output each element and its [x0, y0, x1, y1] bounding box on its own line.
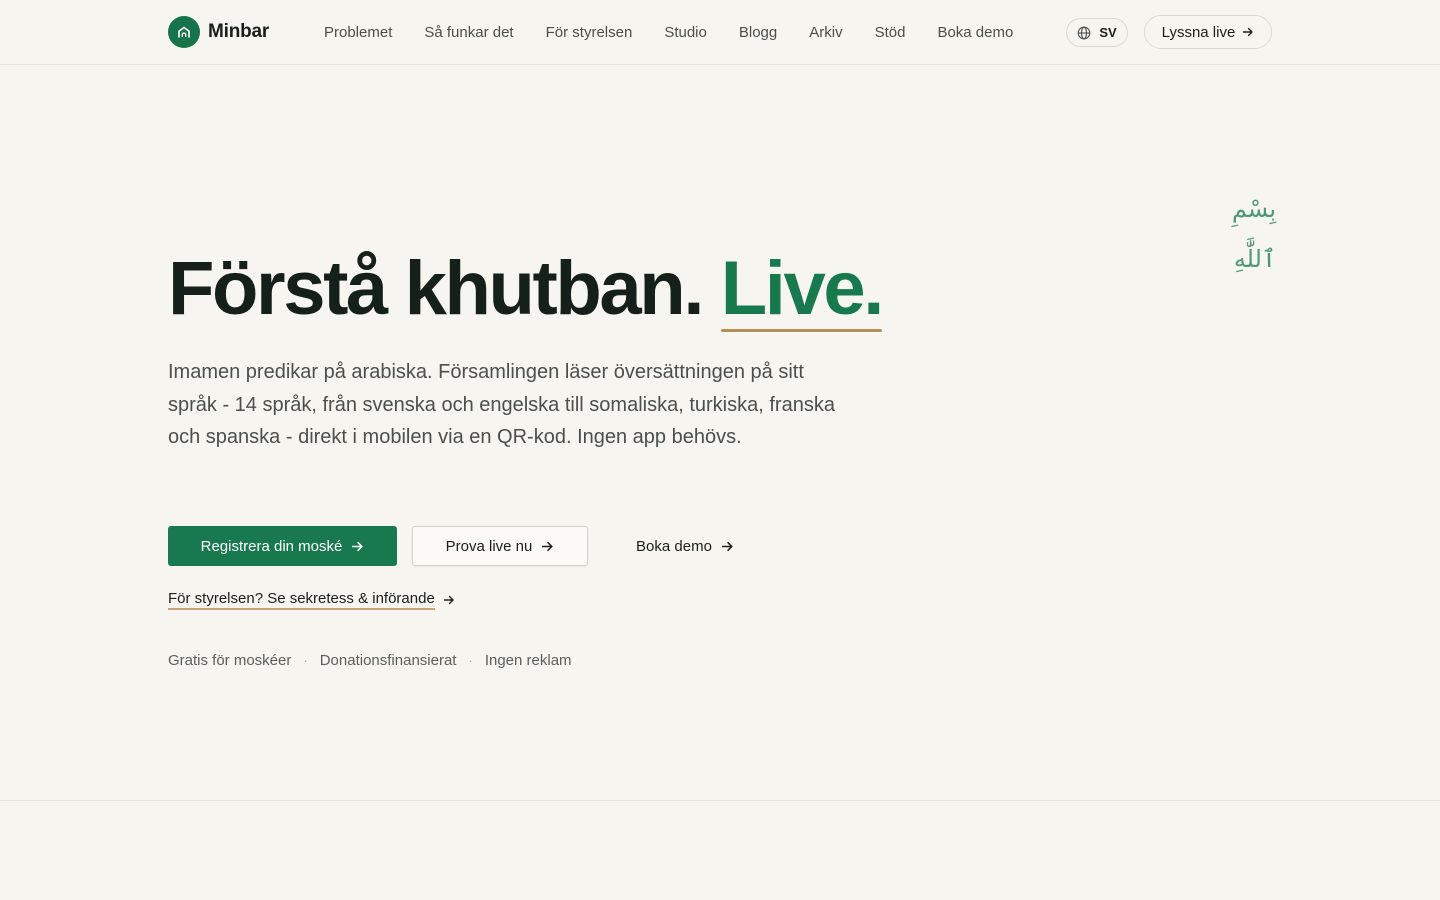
language-code: SV [1099, 25, 1117, 40]
badge-donation-funded: Donationsfinansierat [319, 652, 457, 669]
hero-lead: Imamen predikar på arabiska. Församlinge… [168, 361, 835, 448]
nav-item-boka-demo[interactable]: Boka demo [921, 24, 1029, 41]
badge-no-ads: Ingen reklam [484, 652, 572, 669]
arrow-right-icon [541, 540, 554, 553]
arrow-right-icon [1242, 26, 1254, 38]
feature-badges: Gratis för moskéer · Donationsfinansiera… [168, 652, 572, 669]
headline-accent: Live. [720, 246, 884, 332]
nav-item-for-styrelsen[interactable]: För styrelsen [530, 24, 649, 41]
brand-name: Minbar [208, 21, 270, 42]
globe-icon [1077, 26, 1091, 40]
main-nav: Problemet Så funkar det För styrelsen St… [308, 0, 1029, 64]
badge-separator: · [468, 653, 473, 668]
site-header: Minbar Problemet Så funkar det För styre… [0, 0, 1440, 65]
register-mosque-button[interactable]: Registrera din moské [168, 526, 397, 566]
nav-item-blogg[interactable]: Blogg [723, 24, 793, 41]
bismillah-ornament: بِسْمِ ٱللَّٰهِ [1231, 195, 1276, 273]
nav-item-arkiv[interactable]: Arkiv [793, 24, 858, 41]
nav-item-problemet[interactable]: Problemet [308, 24, 408, 41]
arrow-right-icon [351, 540, 364, 553]
brand-logo[interactable]: Minbar [168, 16, 269, 48]
book-demo-button[interactable]: Boka demo [620, 526, 750, 566]
board-privacy-link[interactable]: För styrelsen? Se sekretess & införande [168, 590, 455, 610]
book-demo-label: Boka demo [636, 537, 712, 555]
headline-main: Förstå khutban. [168, 246, 704, 331]
hero-headline: Förstå khutban. Live. [168, 246, 884, 332]
try-live-label: Prova live nu [445, 537, 533, 555]
listen-live-label: Lyssna live [1161, 23, 1236, 41]
nav-item-studio[interactable]: Studio [648, 24, 723, 41]
nav-item-sa-funkar-det[interactable]: Så funkar det [408, 24, 529, 41]
board-privacy-label: För styrelsen? Se sekretess & införande [168, 590, 435, 610]
badge-separator: · [303, 653, 308, 668]
section-divider [0, 800, 1440, 801]
register-mosque-label: Registrera din moské [200, 537, 343, 555]
try-live-button[interactable]: Prova live nu [412, 526, 588, 566]
listen-live-button[interactable]: Lyssna live [1144, 15, 1272, 49]
arrow-right-icon [721, 540, 734, 553]
language-switcher[interactable]: SV [1066, 18, 1128, 47]
mosque-home-icon [168, 16, 200, 48]
nav-item-stod[interactable]: Stöd [859, 24, 922, 41]
arrow-right-icon [443, 594, 455, 606]
badge-free: Gratis för moskéer [168, 652, 292, 669]
